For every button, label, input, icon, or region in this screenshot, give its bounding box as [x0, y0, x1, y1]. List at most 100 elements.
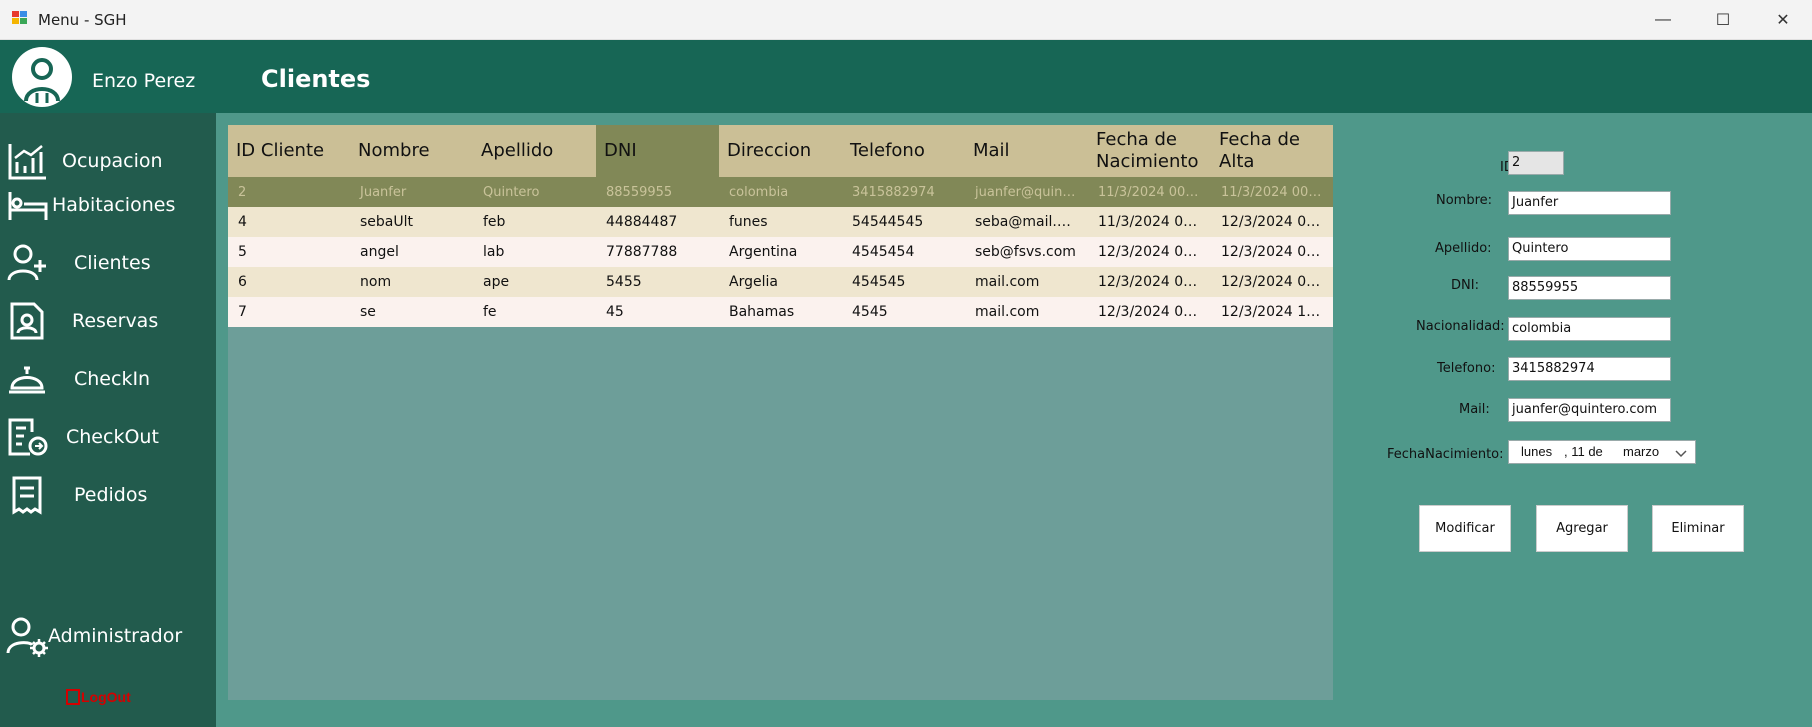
nombre-field[interactable]: Juanfer — [1508, 191, 1671, 215]
clients-grid[interactable]: ID Cliente Nombre Apellido DNI Direccion… — [228, 125, 1333, 700]
table-cell[interactable]: 4545 — [842, 297, 965, 327]
table-cell[interactable]: Bahamas — [719, 297, 842, 327]
sidebar-item-pedidos[interactable]: Pedidos — [0, 470, 216, 520]
table-cell[interactable]: 4545454 — [842, 237, 965, 267]
checkout-icon — [8, 418, 48, 456]
table-cell[interactable]: Argelia — [719, 267, 842, 297]
column-header[interactable]: DNI — [596, 125, 719, 177]
table-cell[interactable]: nom — [350, 267, 473, 297]
table-cell[interactable]: 88559955 — [596, 177, 719, 207]
table-cell[interactable]: 77887788 — [596, 237, 719, 267]
minimize-button[interactable]: — — [1634, 0, 1692, 40]
chevron-down-icon[interactable] — [1675, 448, 1687, 458]
table-cell[interactable]: Argentina — [719, 237, 842, 267]
table-cell[interactable]: funes — [719, 207, 842, 237]
column-header[interactable]: Nombre — [350, 125, 473, 177]
table-cell[interactable]: 4 — [228, 207, 350, 237]
dni-field[interactable]: 88559955 — [1508, 276, 1671, 300]
column-header[interactable]: Direccion — [719, 125, 842, 177]
id-field[interactable]: 2 — [1508, 151, 1564, 175]
table-cell[interactable]: Quintero — [473, 177, 596, 207]
close-button[interactable]: ✕ — [1754, 0, 1812, 40]
table-cell[interactable]: 44884487 — [596, 207, 719, 237]
table-cell[interactable]: 12/3/2024 00:00:00 — [1088, 237, 1211, 267]
table-cell[interactable]: 12/3/2024 00:00:00 — [1088, 267, 1211, 297]
sidebar-item-label: Ocupacion — [62, 150, 163, 172]
maximize-button[interactable]: ☐ — [1694, 0, 1752, 40]
telefono-label: Telefono: — [1437, 361, 1496, 376]
sidebar-item-habitaciones[interactable]: Habitaciones — [0, 180, 216, 230]
table-cell[interactable]: 454545 — [842, 267, 965, 297]
sidebar-item-label: CheckOut — [66, 426, 159, 448]
sidebar-item-checkout[interactable]: CheckOut — [0, 412, 216, 462]
mail-field[interactable]: juanfer@quintero.com — [1508, 398, 1671, 422]
sidebar-item-reservas[interactable]: Reservas — [0, 296, 216, 346]
table-cell[interactable]: juanfer@quintero.com — [965, 177, 1088, 207]
table-cell[interactable]: 2 — [228, 177, 350, 207]
table-cell[interactable]: feb — [473, 207, 596, 237]
table-cell[interactable]: 54544545 — [842, 207, 965, 237]
table-row[interactable]: 5 angel lab 77887788 Argentina 4545454 s… — [228, 237, 1333, 267]
table-cell[interactable]: angel — [350, 237, 473, 267]
eliminar-button[interactable]: Eliminar — [1652, 505, 1744, 552]
table-row[interactable]: 4 sebaUlt feb 44884487 funes 54544545 se… — [228, 207, 1333, 237]
bed-icon — [8, 192, 48, 220]
user-settings-icon — [6, 617, 48, 657]
modificar-button[interactable]: Modificar — [1419, 505, 1511, 552]
column-header[interactable]: ID Cliente — [228, 125, 350, 177]
table-cell[interactable]: colombia — [719, 177, 842, 207]
table-cell[interactable]: 3415882974 — [842, 177, 965, 207]
sidebar: Ocupacion Habitaciones Clientes Reservas… — [0, 113, 216, 727]
table-cell[interactable]: se — [350, 297, 473, 327]
fecha-nacimiento-picker[interactable]: lunes , 11 de marzo — [1508, 440, 1696, 464]
table-cell[interactable]: lab — [473, 237, 596, 267]
clients-table: ID Cliente Nombre Apellido DNI Direccion… — [228, 125, 1333, 327]
table-row[interactable]: 6 nom ape 5455 Argelia 454545 mail.com 1… — [228, 267, 1333, 297]
table-cell[interactable]: mail.com — [965, 297, 1088, 327]
table-cell[interactable]: seb@fsvs.com — [965, 237, 1088, 267]
table-cell[interactable]: fe — [473, 297, 596, 327]
sidebar-item-checkin[interactable]: CheckIn — [0, 354, 216, 404]
column-header[interactable]: Fecha de Nacimiento — [1088, 125, 1211, 177]
telefono-field[interactable]: 3415882974 — [1508, 357, 1671, 381]
sidebar-item-ocupacion[interactable]: Ocupacion — [0, 136, 216, 186]
table-cell[interactable]: 12/3/2024 09:28:00 — [1211, 267, 1333, 297]
table-cell[interactable]: 12/3/2024 10:14:00 — [1211, 297, 1333, 327]
mail-label: Mail: — [1459, 402, 1490, 417]
apellido-field[interactable]: Quintero — [1508, 237, 1671, 261]
nacionalidad-field[interactable]: colombia — [1508, 317, 1671, 341]
table-cell[interactable]: mail.com — [965, 267, 1088, 297]
fecha-nacimiento-label: FechaNacimiento: — [1387, 447, 1504, 462]
user-avatar-icon[interactable] — [12, 47, 72, 107]
table-cell[interactable]: 5 — [228, 237, 350, 267]
table-cell[interactable]: 12/3/2024 00:00:00 — [1088, 297, 1211, 327]
table-cell[interactable]: 7 — [228, 297, 350, 327]
table-cell[interactable]: sebaUlt — [350, 207, 473, 237]
column-header[interactable]: Fecha de Alta — [1211, 125, 1333, 177]
agregar-button[interactable]: Agregar — [1536, 505, 1628, 552]
table-cell[interactable]: 11/3/2024 00:00:00 — [1088, 177, 1211, 207]
sidebar-item-label: Reservas — [72, 310, 159, 332]
table-cell[interactable]: 11/3/2024 00:00:00 — [1088, 207, 1211, 237]
table-row[interactable]: 7 se fe 45 Bahamas 4545 mail.com 12/3/20… — [228, 297, 1333, 327]
reservation-icon — [10, 302, 44, 340]
table-cell[interactable]: 12/3/2024 00:34:00 — [1211, 237, 1333, 267]
add-user-icon — [7, 244, 46, 281]
table-cell[interactable]: 11/3/2024 00:20:00 — [1211, 177, 1333, 207]
sidebar-item-administrador[interactable]: Administrador — [0, 611, 216, 661]
sidebar-item-clientes[interactable]: Clientes — [0, 238, 216, 288]
table-cell[interactable]: 5455 — [596, 267, 719, 297]
dni-label: DNI: — [1451, 278, 1479, 293]
column-header[interactable]: Mail — [965, 125, 1088, 177]
table-cell[interactable]: ape — [473, 267, 596, 297]
table-cell[interactable]: seba@mail.com — [965, 207, 1088, 237]
column-header[interactable]: Telefono — [842, 125, 965, 177]
table-cell[interactable]: Juanfer — [350, 177, 473, 207]
table-row[interactable]: 2 Juanfer Quintero 88559955 colombia 341… — [228, 177, 1333, 207]
table-cell[interactable]: 12/3/2024 01:35:00 — [1211, 207, 1333, 237]
sidebar-item-label: Clientes — [74, 252, 151, 274]
logout-button[interactable]: LogOut — [66, 689, 131, 705]
table-cell[interactable]: 6 — [228, 267, 350, 297]
table-cell[interactable]: 45 — [596, 297, 719, 327]
column-header[interactable]: Apellido — [473, 125, 596, 177]
